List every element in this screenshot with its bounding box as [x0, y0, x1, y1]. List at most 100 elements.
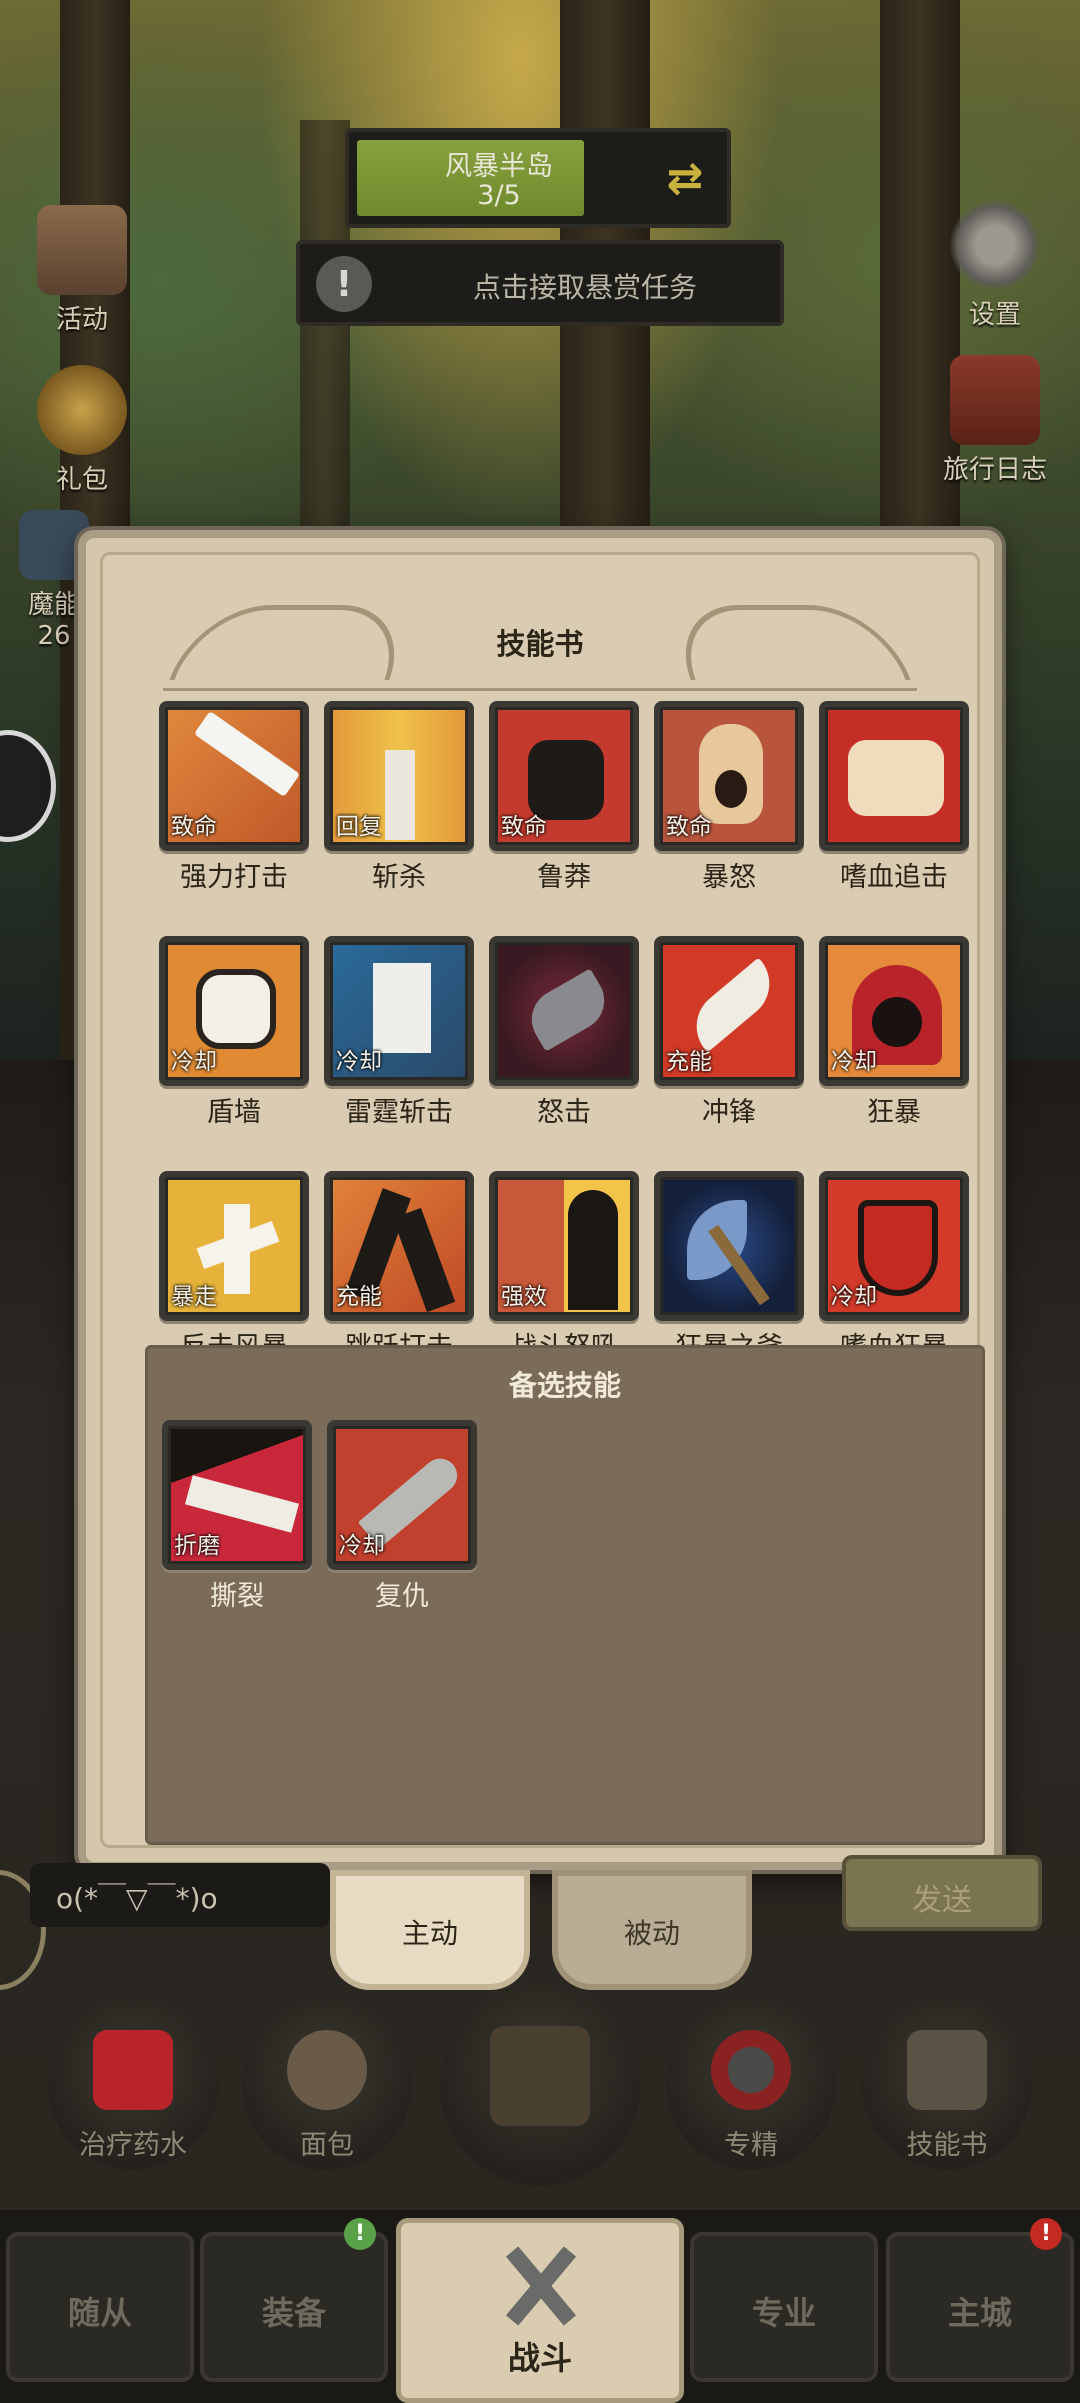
alert-icon: !: [316, 256, 372, 312]
skill-slot[interactable]: 暴走 反击风暴: [159, 1171, 309, 1364]
travel-log-label: 旅行日志: [942, 455, 1047, 485]
stage-progress-bar[interactable]: 风暴半岛 3/5 ⇄: [345, 128, 731, 228]
panel-title: 技能书: [496, 627, 584, 661]
skill-name: 狂暴: [867, 1097, 921, 1128]
alternate-skills-title: 备选技能: [508, 1369, 621, 1402]
skill-icon: 充能: [654, 936, 804, 1086]
skill-book-panel: 技能书 致命 强力打击 回复 斩杀 致命 鲁莽 致命 暴怒 嗜血追击 冷却 盾墙…: [78, 530, 1002, 1870]
activity-button[interactable]: 活动: [22, 205, 142, 336]
skill-slot[interactable]: 冷却 嗜血狂暴: [819, 1171, 969, 1364]
skill-icon: 冷却: [819, 936, 969, 1086]
health-potion-button[interactable]: 治疗药水: [48, 2000, 218, 2170]
skill-slot[interactable]: 强效 战斗怒吼: [489, 1171, 639, 1364]
bread-label: 面包: [300, 2130, 354, 2161]
skill-icon: [489, 936, 639, 1086]
skill-slot[interactable]: 充能 冲锋: [654, 936, 804, 1129]
bread-button[interactable]: 面包: [242, 2000, 412, 2170]
bottom-nav: 随从 装备 ! 战斗 专业 主城 !: [0, 2210, 1080, 2403]
gift-pack-label: 礼包: [55, 465, 108, 495]
skill-slot[interactable]: 怒击: [489, 936, 639, 1129]
skill-name: 强力打击: [180, 862, 288, 893]
book-icon: [907, 2030, 987, 2110]
chat-row: o(*￣▽￣*)o 发送: [0, 1855, 1080, 1935]
skill-tag: 折磨: [174, 1533, 220, 1559]
skill-tag: 充能: [666, 1049, 712, 1075]
skill-name: 雷霆斩击: [345, 1097, 453, 1128]
skill-icon: 暴走: [159, 1171, 309, 1321]
skill-tag: 强效: [501, 1284, 547, 1310]
panel-inner-border: 技能书 致命 强力打击 回复 斩杀 致命 鲁莽 致命 暴怒 嗜血追击 冷却 盾墙…: [100, 552, 985, 1848]
tab-passive-skills[interactable]: 被动: [552, 1870, 752, 1990]
specialization-label: 专精: [724, 2130, 778, 2161]
nav-battle[interactable]: 战斗: [396, 2218, 684, 2403]
skill-icon: 强效: [489, 1171, 639, 1321]
skill-icon: [654, 1171, 804, 1321]
nav-followers[interactable]: 随从: [6, 2232, 194, 2382]
skill-tag: 冷却: [336, 1049, 382, 1075]
bounty-task-bar[interactable]: ! 点击接取悬赏任务: [296, 240, 784, 326]
skill-slot[interactable]: 冷却 盾墙: [159, 936, 309, 1129]
skill-name: 撕裂: [210, 1581, 264, 1612]
skill-book-label: 技能书: [906, 2130, 988, 2161]
skill-tag: 冷却: [831, 1049, 877, 1075]
skill-book-button[interactable]: 技能书: [862, 2000, 1032, 2170]
nav-equipment[interactable]: 装备 !: [200, 2218, 388, 2382]
settings-label: 设置: [968, 300, 1021, 330]
action-row: 治疗药水 面包 专精 技能书: [0, 1986, 1080, 2186]
skill-name: 冲锋: [702, 1097, 756, 1128]
skill-icon: 冷却: [327, 1420, 477, 1570]
stage-name: 风暴半岛: [445, 151, 553, 182]
skill-name: 嗜血追击: [840, 862, 948, 893]
skill-slot[interactable]: 回复 斩杀: [324, 701, 474, 894]
tab-active-skills[interactable]: 主动: [330, 1870, 530, 1990]
send-button[interactable]: 发送: [842, 1855, 1042, 1931]
skill-name: 盾墙: [207, 1097, 261, 1128]
settings-button[interactable]: 设置: [940, 200, 1050, 331]
alternate-skill-grid: 折磨 撕裂 冷却 复仇: [162, 1420, 477, 1613]
health-potion-label: 治疗药水: [79, 2130, 187, 2161]
skill-slot[interactable]: 致命 强力打击: [159, 701, 309, 894]
skill-tag: 致命: [501, 814, 547, 840]
skill-icon: [819, 701, 969, 851]
skill-slot[interactable]: 充能 跳跃打击: [324, 1171, 474, 1364]
nav-profession[interactable]: 专业: [690, 2232, 878, 2382]
skill-icon: 致命: [159, 701, 309, 851]
scroll-icon: [37, 205, 127, 295]
skill-slot[interactable]: 致命 暴怒: [654, 701, 804, 894]
skill-icon: 冷却: [324, 936, 474, 1086]
gift-pack-button[interactable]: 礼包: [22, 365, 142, 496]
specialization-button[interactable]: 专精: [666, 2000, 836, 2170]
journal-icon: [950, 355, 1040, 445]
skill-name: 复仇: [375, 1581, 429, 1612]
nav-main-city[interactable]: 主城 !: [886, 2218, 1074, 2382]
treasure-chest-button[interactable]: [440, 1986, 640, 2186]
notification-badge: !: [344, 2218, 376, 2250]
gear-icon: [950, 200, 1040, 290]
chat-input[interactable]: o(*￣▽￣*)o: [30, 1863, 330, 1927]
alt-skill-slot[interactable]: 冷却 复仇: [327, 1420, 477, 1613]
skill-tag: 回复: [336, 814, 382, 840]
skill-slot[interactable]: 狂暴之斧: [654, 1171, 804, 1364]
skill-slot[interactable]: 冷却 狂暴: [819, 936, 969, 1129]
refresh-icon[interactable]: ⇄: [657, 150, 713, 206]
skill-slot[interactable]: 致命 鲁莽: [489, 701, 639, 894]
nav-battle-label: 战斗: [507, 2339, 572, 2377]
travel-log-button[interactable]: 旅行日志: [925, 355, 1065, 486]
bloody-fist-icon: [828, 710, 960, 842]
skill-icon: 致命: [654, 701, 804, 851]
skill-tag: 暴走: [171, 1284, 217, 1310]
skill-name: 暴怒: [702, 862, 756, 893]
skill-slot[interactable]: 嗜血追击: [819, 701, 969, 894]
potion-icon: [93, 2030, 173, 2110]
skill-tag: 致命: [171, 814, 217, 840]
crossed-swords-icon: [497, 2241, 587, 2331]
nav-main-city-label: 主城: [947, 2294, 1012, 2332]
skill-name: 怒击: [537, 1097, 591, 1128]
skill-icon: 充能: [324, 1171, 474, 1321]
stage-progress-count: 3/5: [477, 180, 521, 211]
activity-label: 活动: [55, 305, 108, 335]
skill-icon: 折磨: [162, 1420, 312, 1570]
alt-skill-slot[interactable]: 折磨 撕裂: [162, 1420, 312, 1613]
skill-slot[interactable]: 冷却 雷霆斩击: [324, 936, 474, 1129]
skill-name: 斩杀: [372, 862, 426, 893]
